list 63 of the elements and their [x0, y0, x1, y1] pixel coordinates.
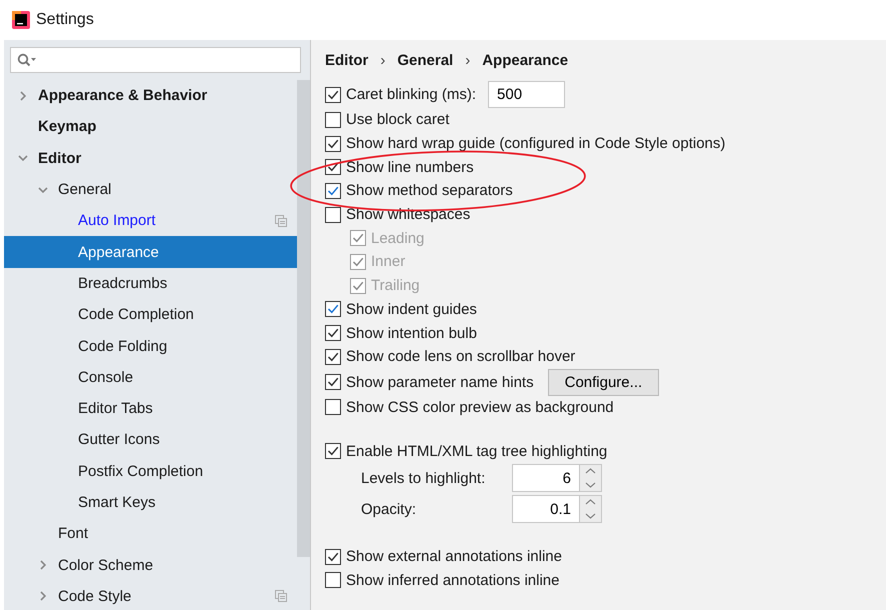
checkbox-label[interactable]: Show intention bulb — [346, 324, 477, 342]
spinner-label: Levels to highlight: — [361, 470, 486, 487]
tree-item[interactable]: Code Completion — [4, 299, 297, 330]
tree-item[interactable]: Keymap — [4, 111, 297, 143]
checkbox-label[interactable]: Show hard wrap guide (configured in Code Style options) — [346, 135, 726, 152]
checkbox-label[interactable]: Show parameter name hints — [346, 374, 534, 391]
breadcrumb-separator: › — [465, 52, 470, 68]
spin-down-icon[interactable] — [580, 509, 601, 522]
tree-item[interactable]: Console — [4, 362, 297, 393]
spinner-label: Opacity: — [361, 500, 418, 518]
checkbox-label[interactable]: Show method separators — [346, 182, 513, 200]
tree-item[interactable]: Breadcrumbs — [4, 268, 297, 300]
checkbox-label[interactable]: Show line numbers — [346, 158, 474, 176]
checkmark-icon — [351, 231, 365, 246]
checkmark-icon — [351, 254, 365, 269]
tree-item[interactable]: Font — [4, 518, 297, 550]
chevron-down-icon[interactable] — [18, 153, 28, 164]
checkmark-icon — [351, 278, 365, 293]
breadcrumb-item: General — [397, 52, 454, 68]
app-logo-icon — [12, 11, 30, 29]
tree-item[interactable]: Code Folding — [4, 330, 297, 362]
checkbox[interactable] — [325, 112, 341, 128]
window-title: Settings — [36, 11, 94, 29]
checkbox-label[interactable]: Show whitespaces — [346, 206, 470, 224]
scrollbar[interactable] — [297, 80, 310, 557]
tree-item[interactable]: Auto Import — [4, 205, 297, 236]
spin-up-icon[interactable] — [580, 465, 601, 478]
checkbox[interactable] — [325, 399, 341, 416]
chevron-right-icon[interactable] — [38, 560, 48, 570]
tree-item[interactable]: Postfix Completion — [4, 456, 297, 487]
chevron-down-icon[interactable] — [38, 184, 48, 195]
tree-item[interactable]: Appearance — [4, 236, 297, 268]
checkbox-label[interactable]: Enable HTML/XML tag tree highlighting — [346, 442, 608, 460]
tree-item[interactable]: Color Scheme — [4, 549, 297, 581]
breadcrumb-item: Editor — [325, 52, 368, 68]
spin-down-icon[interactable] — [580, 478, 601, 492]
search-field[interactable] — [10, 47, 301, 73]
configure-button[interactable]: Configure... — [548, 368, 660, 396]
checkbox-label[interactable]: Caret blinking (ms): — [346, 86, 476, 103]
chevron-right-icon[interactable] — [38, 591, 48, 602]
number-field[interactable]: 6 — [513, 465, 580, 492]
spin-up-icon[interactable] — [580, 496, 601, 510]
tree-item[interactable]: Appearance & Behavior — [4, 80, 297, 112]
checkbox-label[interactable]: Show external annotations inline — [346, 548, 562, 566]
checkbox-label[interactable]: Show inferred annotations inline — [346, 572, 560, 589]
tree-item[interactable]: Code Style — [4, 580, 297, 610]
breadcrumb-separator: › — [380, 52, 386, 68]
breadcrumb-item: Appearance — [482, 52, 568, 68]
checkbox-label[interactable]: Show CSS color preview as background — [346, 398, 614, 416]
tree-item[interactable]: Editor — [4, 142, 297, 174]
checkbox-label[interactable]: Show code lens on scrollbar hover — [346, 348, 576, 366]
tree-item[interactable]: Gutter Icons — [4, 424, 297, 456]
checkbox[interactable] — [325, 206, 341, 223]
number-field[interactable]: 0.1 — [513, 496, 580, 522]
tree-item[interactable]: Editor Tabs — [4, 392, 297, 424]
caret-blink-field[interactable]: 500 — [488, 81, 566, 108]
tree-item[interactable]: Smart Keys — [4, 486, 297, 518]
search-icon — [17, 53, 37, 67]
checkbox-label[interactable]: Use block caret — [346, 111, 450, 128]
tree-item[interactable]: General — [4, 174, 297, 206]
checkbox-label[interactable]: Show indent guides — [346, 300, 477, 318]
chevron-right-icon[interactable] — [18, 90, 28, 101]
checkbox[interactable] — [325, 572, 341, 588]
